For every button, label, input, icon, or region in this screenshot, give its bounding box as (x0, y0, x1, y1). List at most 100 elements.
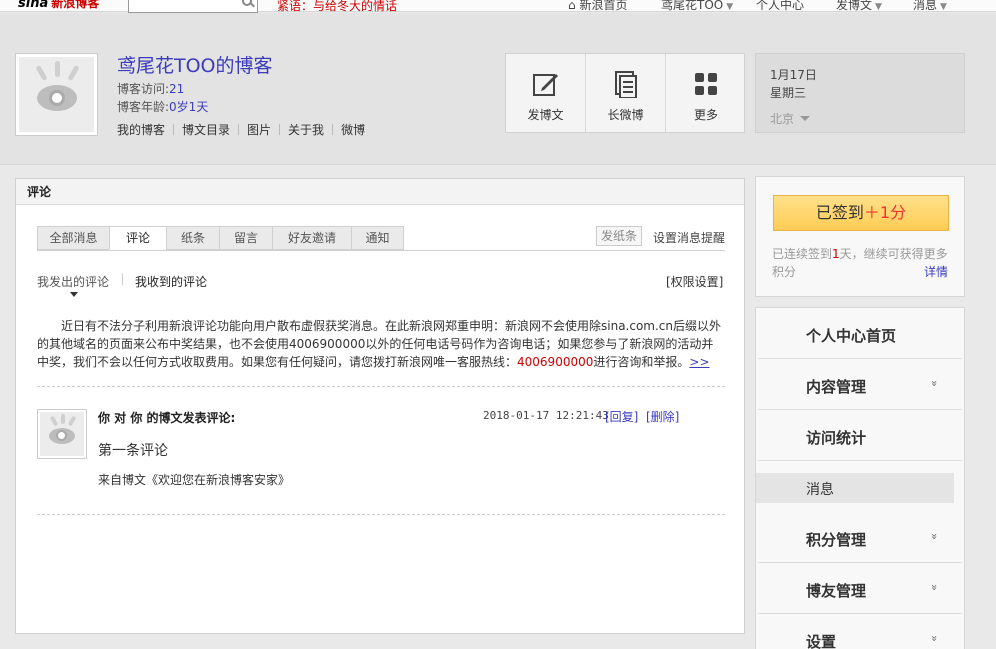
blog-nav-catalog[interactable]: 博文目录 (182, 123, 230, 137)
hotline-number: 4006900000 (517, 355, 594, 369)
quick-tools: 发博文 长微博 更多 (505, 53, 745, 133)
delete-link[interactable]: [删除] (646, 408, 679, 425)
avatar-image (19, 57, 94, 132)
divider (122, 273, 123, 285)
sina-logo[interactable]: sina 新浪博客 (18, 0, 99, 11)
sidebar-item-friends[interactable]: 博友管理 » (758, 563, 962, 614)
date-text: 1月17日 (770, 68, 817, 82)
message-remind-settings-link[interactable]: 设置消息提醒 (653, 229, 725, 246)
sign-detail-link[interactable]: 详情 (924, 263, 948, 280)
user-menu[interactable]: 鸢尾花TOO ▼ (661, 0, 733, 13)
message-menu-label: 消息 (913, 0, 938, 12)
edit-icon (532, 70, 560, 98)
caret-down-icon (70, 292, 78, 297)
comment-avatar[interactable] (37, 409, 87, 459)
blog-title[interactable]: 鸢尾花TOO的博客 (117, 51, 273, 78)
blog-nav-photos[interactable]: 图片 (247, 123, 271, 137)
age-stat: 博客年龄:0岁1天 (117, 98, 208, 115)
blog-nav-my-blog[interactable]: 我的博客 (117, 123, 165, 137)
sign-in-button[interactable]: 已签到＋1分 (773, 195, 949, 231)
divider (332, 124, 334, 135)
blog-nav-about[interactable]: 关于我 (288, 123, 324, 137)
city-selector[interactable]: 北京 (770, 110, 811, 127)
sidebar-item-label: 内容管理 (806, 378, 867, 396)
sign-days: 1 (832, 247, 840, 261)
tab-notes[interactable]: 纸条 (166, 226, 220, 250)
tab-comments[interactable]: 评论 (109, 226, 167, 250)
sidebar-item-messages[interactable]: 消息 (756, 473, 954, 503)
tab-friend-invites[interactable]: 好友邀请 (272, 226, 352, 250)
sidebar-item-content[interactable]: 内容管理 » (758, 359, 962, 410)
date-weather-box: 1月17日 星期三 北京 (755, 53, 965, 133)
weekday-text: 星期三 (770, 86, 807, 100)
message-menu[interactable]: 消息 ▼ (913, 0, 947, 13)
panel-title: 评论 (16, 179, 744, 205)
user-menu-label: 鸢尾花TOO (661, 0, 724, 12)
chevron-down-icon: ▼ (726, 2, 734, 12)
blog-nav-weibo[interactable]: 微博 (341, 123, 365, 137)
avatar[interactable] (15, 53, 98, 136)
more-tools-label: 更多 (693, 108, 718, 122)
message-panel: 评论 全部消息 评论 纸条 留言 好友邀请 通知 发纸条 设置消息提醒 我发出的… (15, 178, 745, 634)
security-announcement: 近日有不法分子利用新浪评论功能向用户散布虚假获奖消息。在此新浪网郑重申明：新浪网… (37, 317, 725, 371)
reply-link[interactable]: [回复] (605, 408, 638, 425)
permission-settings-link[interactable]: [权限设置] (666, 273, 723, 290)
avatar-spike (35, 64, 48, 82)
more-tools-button[interactable]: 更多 (666, 54, 746, 132)
send-note-button[interactable]: 发纸条 (596, 226, 643, 246)
search-input[interactable] (128, 0, 258, 13)
chevron-down-icon: » (927, 584, 941, 591)
tab-guestbook[interactable]: 留言 (219, 226, 273, 250)
notice-link[interactable]: 紧语：与给冬大的情话 (277, 0, 397, 14)
sent-comments-tab[interactable]: 我发出的评论 (37, 273, 109, 290)
avatar-spike (49, 415, 59, 427)
chevron-down-icon: » (927, 635, 941, 642)
sidebar-item-label: 设置 (806, 633, 837, 649)
grid-icon (692, 70, 720, 98)
avatar-spike (61, 414, 65, 424)
post-article-button[interactable]: 发博文 (506, 54, 586, 132)
sidebar-item-label: 消息 (806, 482, 834, 498)
post-menu-label: 发博文 (836, 0, 873, 12)
sidebar-item-settings[interactable]: 设置 » (758, 614, 962, 649)
sidebar-menu: 个人中心首页 内容管理 » 访问统计 消息 积分管理 » 博友管理 » 设置 » (755, 307, 965, 649)
post-menu[interactable]: 发博文 ▼ (836, 0, 882, 13)
announcement-more-link[interactable]: >> (689, 355, 709, 369)
sidebar-item-points[interactable]: 积分管理 » (758, 512, 962, 563)
weibo-eye-icon (36, 84, 77, 111)
personal-center-link[interactable]: 个人中心 (756, 0, 804, 13)
sina-home-link[interactable]: ⌂ 新浪首页 (568, 0, 627, 13)
sidebar-item-label: 积分管理 (806, 531, 867, 549)
search-icon[interactable] (242, 0, 252, 6)
sidebar-item-label: 访问统计 (806, 429, 867, 447)
sidebar-item-label: 个人中心首页 (806, 327, 897, 345)
age-value: 0岁1天 (169, 100, 209, 114)
age-label: 博客年龄: (117, 100, 170, 114)
sidebar-item-stats[interactable]: 访问统计 (758, 410, 962, 461)
chevron-down-icon: ▼ (875, 2, 882, 12)
visits-label: 博客访问: (117, 82, 170, 96)
sidebar-item-home[interactable]: 个人中心首页 (758, 308, 962, 359)
tab-notifications[interactable]: 通知 (351, 226, 404, 250)
divider (37, 386, 725, 387)
sign-in-box: 已签到＋1分 已连续签到1天，继续可获得更多积分 详情 (755, 176, 965, 297)
divider (173, 124, 175, 135)
weibo-eye-icon (49, 428, 75, 444)
sign-info-pre: 已连续签到 (772, 247, 833, 261)
visits-value: 21 (169, 82, 185, 96)
long-weibo-button[interactable]: 长微博 (586, 54, 666, 132)
divider (238, 124, 240, 135)
divider (37, 514, 725, 515)
chevron-down-icon: ▼ (940, 2, 947, 12)
long-weibo-label: 长微博 (607, 108, 644, 122)
sidebar-item-label: 博友管理 (806, 582, 867, 600)
tab-all-messages[interactable]: 全部消息 (37, 226, 110, 250)
announcement-tail: 进行咨询和举报。 (593, 355, 690, 369)
comment-time: 2018-01-17 12:21:43 (483, 409, 609, 422)
comment-source-link[interactable]: 来自博文《欢迎您在新浪博客安家》 (98, 471, 290, 488)
top-bar: sina 新浪博客 紧语：与给冬大的情话 ⌂ 新浪首页 鸢尾花TOO ▼ 个人中心 … (0, 0, 996, 14)
received-comments-tab[interactable]: 我收到的评论 (135, 273, 207, 290)
tab-divider (37, 250, 725, 251)
blog-header: 鸢尾花TOO的博客 博客访问:21 博客年龄:0岁1天 我的博客 博文目录 图片 关于… (0, 13, 996, 165)
avatar-spike (67, 64, 80, 82)
